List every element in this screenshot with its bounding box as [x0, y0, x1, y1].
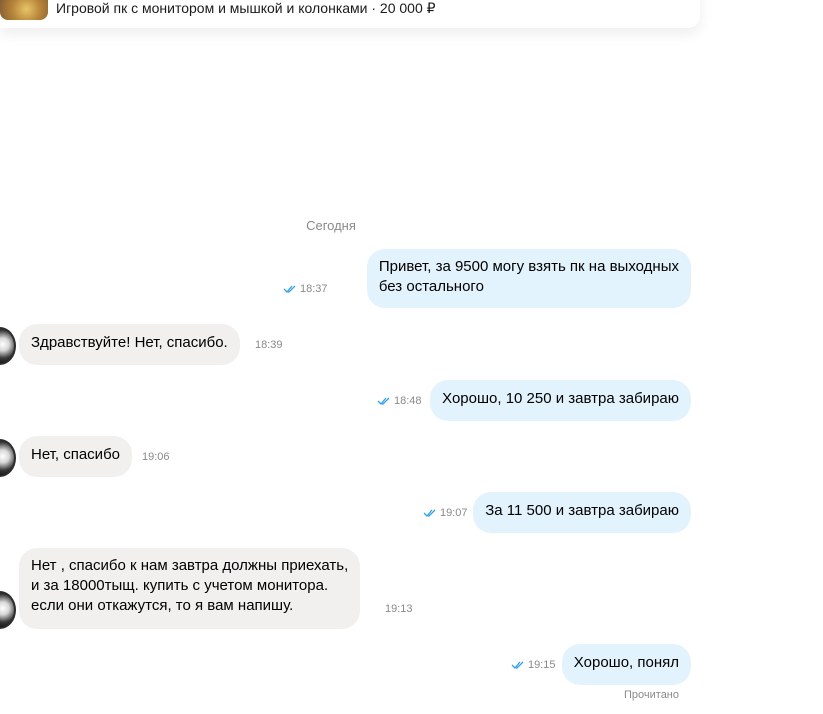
message-time: 18:48 [394, 395, 422, 407]
message-line: если они откажутся, то я вам напишу. [31, 597, 294, 614]
message-time: 18:39 [255, 339, 283, 351]
message-meta: 19:07 [423, 506, 468, 520]
message-line: Нет, спасибо [31, 446, 120, 463]
message-line: Нет , спасибо к нам завтра должны приеха… [31, 557, 349, 574]
message-time: 18:37 [300, 283, 328, 295]
listing-header[interactable]: Игровой пк с монитором и мышкой и колонк… [0, 0, 700, 28]
outgoing-message[interactable]: За 11 500 и завтра забираю [473, 492, 691, 533]
message-meta: 18:48 [377, 394, 422, 408]
chat-page: Игровой пк с монитором и мышкой и колонк… [0, 0, 823, 714]
message-line: За 11 500 и завтра забираю [485, 502, 679, 519]
incoming-message[interactable]: Здравствуйте! Нет, спасибо. [19, 324, 240, 365]
message-meta: 19:06 [142, 450, 170, 464]
date-separator: Сегодня [306, 218, 356, 233]
outgoing-message[interactable]: Привет, за 9500 могу взять пк на выходны… [366, 249, 691, 308]
avatar[interactable] [0, 327, 16, 365]
listing-title[interactable]: Игровой пк с монитором и мышкой и колонк… [56, 0, 436, 16]
double-check-icon [377, 397, 390, 405]
message-meta: 18:37 [283, 282, 328, 296]
message-meta: 19:13 [385, 602, 413, 616]
message-time: 19:13 [385, 603, 413, 615]
incoming-message[interactable]: Нет, спасибо [19, 436, 132, 477]
incoming-message[interactable]: Нет , спасибо к нам завтра должны приеха… [19, 548, 361, 629]
message-line: Хорошо, 10 250 и завтра забираю [442, 390, 679, 407]
message-time: 19:07 [440, 507, 468, 519]
message-line: Здравствуйте! Нет, спасибо. [31, 334, 228, 351]
message-meta: 18:39 [255, 338, 283, 352]
message-line: Привет, за 9500 могу взять пк на выходны… [378, 258, 679, 275]
listing-thumbnail[interactable] [0, 0, 48, 20]
outgoing-message[interactable]: Хорошо, 10 250 и завтра забираю [430, 380, 691, 421]
double-check-icon [283, 285, 296, 293]
message-line: Хорошо, понял [573, 654, 679, 671]
avatar[interactable] [0, 591, 16, 629]
message-time: 19:06 [142, 451, 170, 463]
double-check-icon [423, 509, 436, 517]
message-time: 19:15 [528, 659, 556, 671]
double-check-icon [511, 661, 524, 669]
avatar[interactable] [0, 439, 16, 477]
message-line: и за 18000тыщ. купить с учетом монитора. [31, 577, 329, 594]
read-status: Прочитано [624, 689, 679, 701]
outgoing-message[interactable]: Хорошо, понял [561, 644, 691, 685]
message-meta: 19:15 [511, 658, 556, 672]
message-line: без остального [378, 278, 484, 295]
